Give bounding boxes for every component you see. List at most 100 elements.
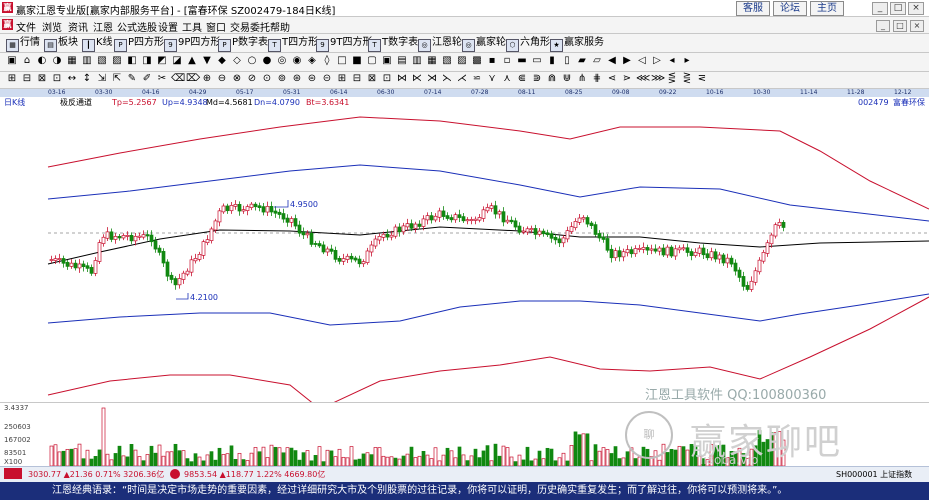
toolbar-icon[interactable]: ▶ bbox=[621, 55, 633, 67]
doc-close-button[interactable]: × bbox=[910, 20, 924, 32]
tool-service[interactable]: ★ 赢家服务 bbox=[550, 36, 604, 52]
menu-browse[interactable]: 浏览 bbox=[42, 19, 62, 34]
toolbar-icon[interactable]: ◆ bbox=[216, 55, 228, 67]
drawing-tool-icon[interactable]: ⊝ bbox=[321, 73, 333, 85]
drawing-tool-icon[interactable]: ⊕ bbox=[201, 73, 213, 85]
menu-trade[interactable]: 交易委托 bbox=[230, 19, 270, 34]
toolbar-icon[interactable]: ◑ bbox=[51, 55, 63, 67]
drawing-tool-icon[interactable]: ⌫ bbox=[171, 73, 185, 85]
drawing-tool-icon[interactable]: ⋊ bbox=[426, 73, 438, 85]
toolbar-icon[interactable]: ◈ bbox=[306, 55, 318, 67]
drawing-tool-icon[interactable]: ⊖ bbox=[216, 73, 228, 85]
toolbar-icon[interactable]: ◀ bbox=[606, 55, 618, 67]
drawing-tool-icon[interactable]: ⊟ bbox=[351, 73, 363, 85]
drawing-tool-icon[interactable]: ⋒ bbox=[546, 73, 558, 85]
drawing-tool-icon[interactable]: ⋖ bbox=[606, 73, 618, 85]
drawing-tool-icon[interactable]: ✐ bbox=[141, 73, 153, 85]
drawing-tool-icon[interactable]: ⋌ bbox=[456, 73, 468, 85]
menu-news[interactable]: 资讯 bbox=[68, 19, 88, 34]
toolbar-icon[interactable]: ○ bbox=[246, 55, 258, 67]
drawing-tool-icon[interactable]: ⋗ bbox=[621, 73, 633, 85]
toolbar-icon[interactable]: ◁ bbox=[636, 55, 648, 67]
menu-help[interactable]: 帮助 bbox=[270, 19, 290, 34]
toolbar-icon[interactable]: ▫ bbox=[501, 55, 513, 67]
drawing-tool-icon[interactable]: ⊠ bbox=[36, 73, 48, 85]
link-home[interactable]: 主页 bbox=[810, 1, 844, 16]
tool-hexagon[interactable]: ⬡ 六角形 bbox=[506, 36, 550, 52]
toolbar-icon[interactable]: ▦ bbox=[66, 55, 78, 67]
drawing-tool-icon[interactable]: ✎ bbox=[126, 73, 138, 85]
toolbar-icon[interactable]: ◩ bbox=[156, 55, 168, 67]
menu-formula-select[interactable]: 公式选股 bbox=[117, 19, 157, 34]
drawing-tool-icon[interactable]: ⋈ bbox=[396, 73, 408, 85]
doc-minimize-button[interactable]: _ bbox=[876, 20, 890, 32]
toolbar-icon[interactable]: ▢ bbox=[366, 55, 378, 67]
sz-index-icon[interactable] bbox=[170, 469, 180, 479]
price-chart[interactable]: 4.9500 4.2100 bbox=[0, 109, 929, 402]
toolbar-icon[interactable]: ■ bbox=[351, 55, 363, 67]
toolbar-icon[interactable]: ◐ bbox=[36, 55, 48, 67]
drawing-tool-icon[interactable]: ⋙ bbox=[651, 73, 665, 85]
drawing-tool-icon[interactable]: ⋑ bbox=[531, 73, 543, 85]
drawing-tool-icon[interactable]: ⊡ bbox=[381, 73, 393, 85]
toolbar-icon[interactable]: ▤ bbox=[396, 55, 408, 67]
minimize-button[interactable]: _ bbox=[872, 2, 888, 15]
toolbar-icon[interactable]: ▩ bbox=[471, 55, 483, 67]
drawing-tool-icon[interactable]: ⊛ bbox=[291, 73, 303, 85]
tool-p-table[interactable]: P P数字表 bbox=[218, 36, 268, 52]
toolbar-icon[interactable]: ▣ bbox=[6, 55, 18, 67]
doc-restore-button[interactable]: □ bbox=[893, 20, 907, 32]
toolbar-icon[interactable]: ◊ bbox=[321, 55, 333, 67]
link-service[interactable]: 客服 bbox=[736, 1, 770, 16]
toolbar-icon[interactable]: ◨ bbox=[141, 55, 153, 67]
tool-gann-wheel[interactable]: ◎ 江恩轮 bbox=[418, 36, 462, 52]
drawing-tool-icon[interactable]: ⋐ bbox=[516, 73, 528, 85]
drawing-tool-icon[interactable]: ⋚ bbox=[666, 73, 678, 85]
toolbar-icon[interactable]: ▸ bbox=[681, 55, 693, 67]
toolbar-icon[interactable]: ⌂ bbox=[21, 55, 33, 67]
drawing-tool-icon[interactable]: ⋓ bbox=[561, 73, 573, 85]
drawing-tool-icon[interactable]: ⊚ bbox=[276, 73, 288, 85]
toolbar-icon[interactable]: ▨ bbox=[456, 55, 468, 67]
index-selector[interactable]: SH000001 上证指数 bbox=[836, 468, 912, 481]
toolbar-icon[interactable]: ▣ bbox=[381, 55, 393, 67]
drawing-tool-icon[interactable]: ⇲ bbox=[96, 73, 108, 85]
drawing-tool-icon[interactable]: ⋜ bbox=[696, 73, 708, 85]
toolbar-icon[interactable]: ◎ bbox=[276, 55, 288, 67]
toolbar-icon[interactable]: ▬ bbox=[516, 55, 528, 67]
toolbar-icon[interactable]: ◧ bbox=[126, 55, 138, 67]
menu-settings[interactable]: 设置 bbox=[158, 19, 178, 34]
menu-tools[interactable]: 工具 bbox=[182, 19, 202, 34]
toolbar-icon[interactable]: ◇ bbox=[231, 55, 243, 67]
toolbar-icon[interactable]: ▥ bbox=[411, 55, 423, 67]
drawing-tool-icon[interactable]: ⇱ bbox=[111, 73, 123, 85]
toolbar-icon[interactable]: ▪ bbox=[486, 55, 498, 67]
drawing-tool-icon[interactable]: ⋋ bbox=[441, 73, 453, 85]
drawing-tool-icon[interactable]: ⋛ bbox=[681, 73, 693, 85]
drawing-tool-icon[interactable]: ⋕ bbox=[591, 73, 603, 85]
drawing-tool-icon[interactable]: ⊡ bbox=[51, 73, 63, 85]
toolbar-icon[interactable]: ◉ bbox=[291, 55, 303, 67]
drawing-tool-icon[interactable]: ⋘ bbox=[636, 73, 650, 85]
toolbar-icon[interactable]: ▮ bbox=[546, 55, 558, 67]
toolbar-icon[interactable]: ▦ bbox=[426, 55, 438, 67]
drawing-tool-icon[interactable]: ⊠ bbox=[366, 73, 378, 85]
drawing-tool-icon[interactable]: ⊞ bbox=[336, 73, 348, 85]
tool-9t-square[interactable]: 9 9T四方形 bbox=[316, 36, 372, 52]
toolbar-icon[interactable]: ▧ bbox=[441, 55, 453, 67]
toolbar-icon[interactable]: □ bbox=[336, 55, 348, 67]
toolbar-icon[interactable]: ▧ bbox=[96, 55, 108, 67]
drawing-tool-icon[interactable]: ↔ bbox=[66, 73, 78, 85]
toolbar-icon[interactable]: ▥ bbox=[81, 55, 93, 67]
toolbar-icon[interactable]: ▭ bbox=[531, 55, 543, 67]
drawing-tool-icon[interactable]: ⊘ bbox=[246, 73, 258, 85]
menu-gann[interactable]: 江恩 bbox=[93, 19, 113, 34]
drawing-tool-icon[interactable]: ⋔ bbox=[576, 73, 588, 85]
sh-index-icon[interactable] bbox=[4, 468, 22, 479]
drawing-tool-icon[interactable]: ⊙ bbox=[261, 73, 273, 85]
menu-window[interactable]: 窗口 bbox=[206, 19, 226, 34]
toolbar-icon[interactable]: ▲ bbox=[186, 55, 198, 67]
drawing-tool-icon[interactable]: ⊞ bbox=[6, 73, 18, 85]
tool-t-square[interactable]: T T四方形 bbox=[268, 36, 318, 52]
toolbar-icon[interactable]: ▰ bbox=[576, 55, 588, 67]
